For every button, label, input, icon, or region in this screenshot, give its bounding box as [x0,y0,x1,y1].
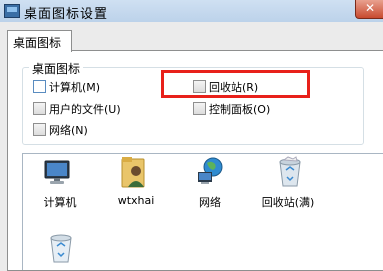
icon-label-network: 网络 [199,196,221,209]
icon-label-computer: 计算机 [43,196,77,209]
network-icon[interactable] [196,156,226,186]
user-files-checkbox[interactable] [33,102,46,115]
app-icon [4,4,20,18]
network-checkbox[interactable] [33,123,46,136]
control-panel-checkbox-label[interactable]: 控制面板(O) [209,101,270,117]
computer-icon[interactable] [44,160,72,186]
computer-checkbox-label[interactable]: 计算机(M) [49,79,100,95]
window-title: 桌面图标设置 [24,7,109,22]
user-files-checkbox-label[interactable]: 用户的文件(U) [49,101,121,117]
group-label: 桌面图标 [29,60,84,77]
computer-checkbox[interactable] [33,80,46,93]
network-checkbox-label[interactable]: 网络(N) [49,122,88,138]
user-folder-icon[interactable] [120,155,148,189]
recycle-bin-empty-icon[interactable] [48,232,74,264]
highlight-box [161,70,310,98]
close-button[interactable]: ✕ [355,0,383,19]
tab-label: 桌面图标 [13,36,62,50]
recycle-bin-full-icon[interactable] [277,156,303,188]
icon-label-recycle-full: 回收站(满) [261,196,315,209]
icon-label-user: wtxhai [117,194,155,207]
control-panel-checkbox[interactable] [193,102,206,115]
